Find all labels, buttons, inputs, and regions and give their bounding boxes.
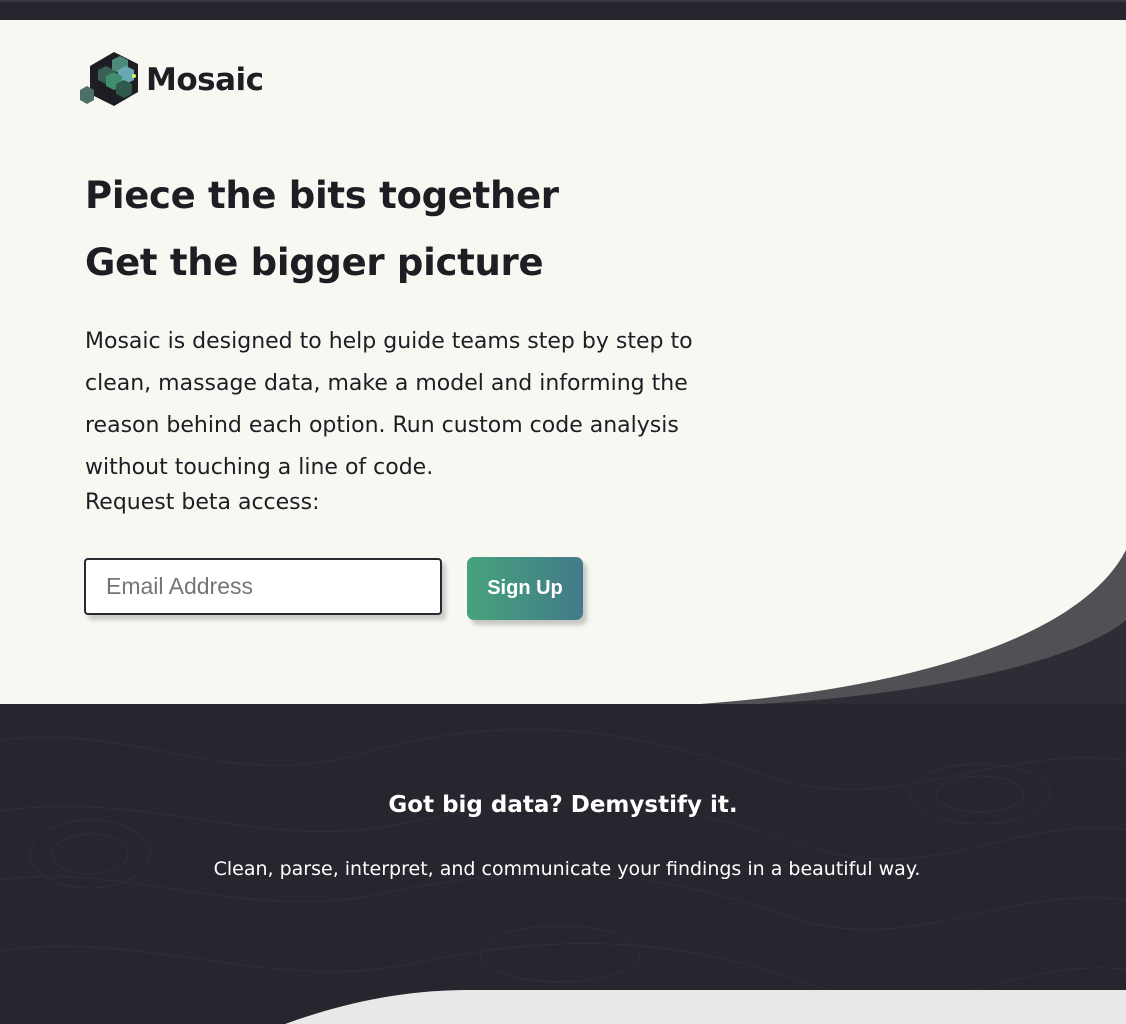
sign-up-button[interactable]: Sign Up xyxy=(467,557,583,620)
request-access-label: Request beta access: xyxy=(85,490,320,515)
hero-section: Mosaic Piece the bits together Get the b… xyxy=(0,20,1126,704)
headline-primary: Piece the bits together xyxy=(85,174,559,217)
brand-logo[interactable]: Mosaic xyxy=(78,50,264,110)
hero-description: Mosaic is designed to help guide teams s… xyxy=(85,329,693,480)
email-input[interactable] xyxy=(84,558,442,615)
bottom-section-wave xyxy=(285,990,1126,1024)
features-subline: Clean, parse, interpret, and communicate… xyxy=(213,858,921,880)
browser-top-bar xyxy=(0,0,1126,20)
features-section: Got big data? Demystify it. Clean, parse… xyxy=(0,704,1126,1024)
headline-secondary: Get the bigger picture xyxy=(85,241,544,284)
hexagon-cubes-logo-icon xyxy=(80,52,138,106)
brand-name: Mosaic xyxy=(146,62,264,98)
features-tagline: Got big data? Demystify it. xyxy=(388,792,738,818)
